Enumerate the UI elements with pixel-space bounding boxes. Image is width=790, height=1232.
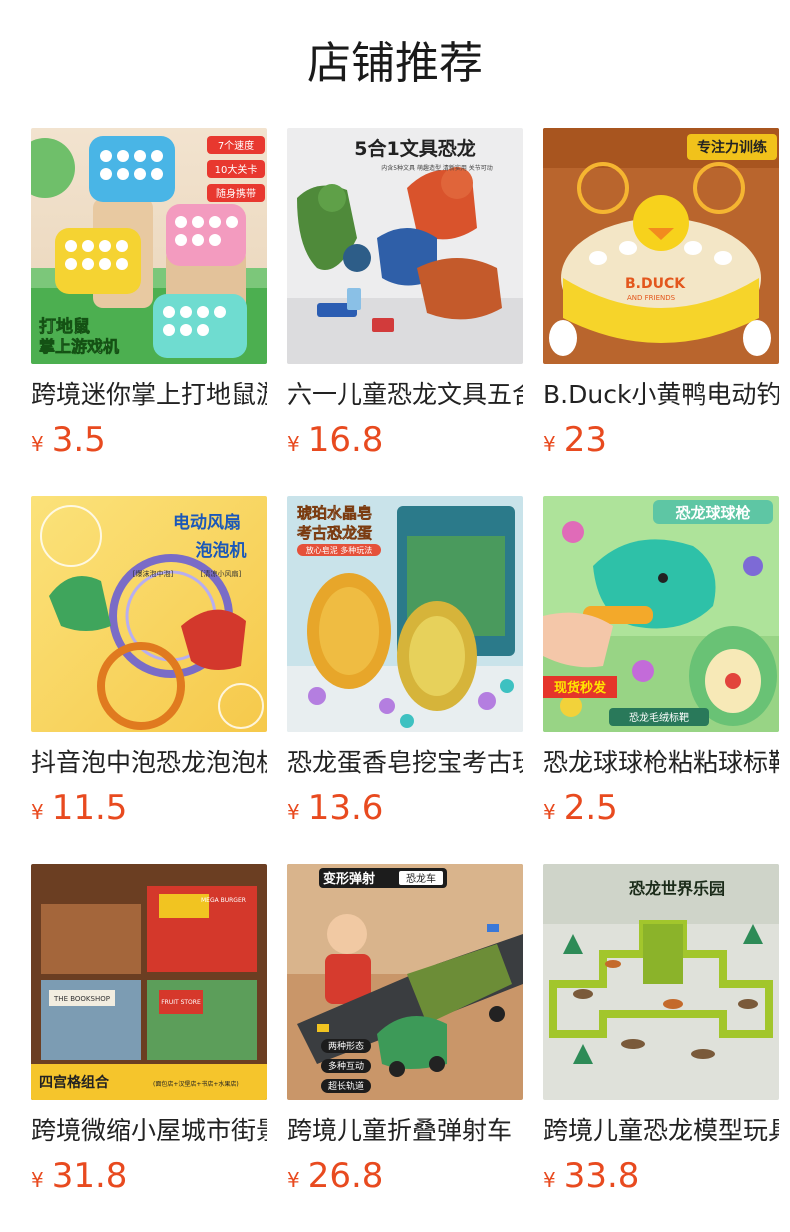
currency-symbol: ¥	[287, 432, 300, 456]
image-caption: [爆沫泡中泡]	[133, 569, 174, 578]
image-caption: 电动风扇	[173, 512, 241, 533]
product-card[interactable]: 恐龙球球枪 现货秒发 恐龙毛绒标靶 恐龙球球枪粘粘球标靶 ¥2.5	[543, 496, 779, 844]
product-price: ¥3.5	[31, 420, 267, 460]
price-value: 16.8	[307, 420, 384, 460]
product-price: ¥2.5	[543, 788, 779, 828]
whack-a-mole-toy-image[interactable]: 7个速度 10大关卡 随身携带 打地鼠 掌上游戏机	[31, 128, 267, 364]
image-caption: 多种互动	[328, 1060, 364, 1072]
image-caption: B.DUCK	[625, 276, 686, 292]
image-caption: 掌上游戏机	[39, 337, 119, 356]
product-name[interactable]: 跨境儿童恐龙模型玩具	[543, 1114, 779, 1148]
price-value: 11.5	[51, 788, 128, 828]
price-value: 33.8	[563, 1156, 640, 1196]
product-name[interactable]: 跨境迷你掌上打地鼠游戏机	[31, 378, 267, 412]
dinosaur-park-image[interactable]: 恐龙世界乐园	[543, 864, 779, 1100]
image-caption: 放心皂泥 多种玩法	[306, 545, 373, 555]
currency-symbol: ¥	[31, 800, 44, 824]
product-name[interactable]: 六一儿童恐龙文具五合一	[287, 378, 523, 412]
image-caption: 恐龙车	[406, 872, 436, 885]
image-caption: 专注力训练	[697, 139, 767, 156]
currency-symbol: ¥	[31, 1168, 44, 1192]
price-value: 26.8	[307, 1156, 384, 1196]
image-caption: 7个速度	[218, 139, 254, 152]
product-card[interactable]: 电动风扇 泡泡机 [爆沫泡中泡] [清凉小风扇] 抖音泡中泡恐龙泡泡机 ¥11.…	[31, 496, 267, 844]
image-caption: FRUIT STORE	[161, 999, 201, 1006]
price-value: 23	[563, 420, 607, 460]
product-price: ¥33.8	[543, 1156, 779, 1196]
product-grid: 7个速度 10大关卡 随身携带 打地鼠 掌上游戏机 跨境迷你掌上打地鼠游戏机 ¥…	[31, 128, 779, 1212]
image-caption: 5合1文具恐龙	[354, 137, 475, 160]
currency-symbol: ¥	[543, 800, 556, 824]
image-caption: 打地鼠	[39, 316, 90, 337]
bduck-toy-image[interactable]: 专注力训练 B.DUCK AND FRIENDS	[543, 128, 779, 364]
product-card[interactable]: MEGA BURGER THE BOOKSHOP FRUIT STORE 四宫格…	[31, 864, 267, 1212]
product-name[interactable]: 恐龙球球枪粘粘球标靶	[543, 746, 779, 780]
image-caption: [清凉小风扇]	[201, 569, 242, 578]
image-caption: 两种形态	[328, 1040, 364, 1052]
image-caption: 内含5种文具 萌趣造型 清新实用 关节可动	[381, 164, 493, 172]
price-value: 13.6	[307, 788, 384, 828]
product-price: ¥16.8	[287, 420, 523, 460]
currency-symbol: ¥	[287, 800, 300, 824]
product-price: ¥31.8	[31, 1156, 267, 1196]
product-name[interactable]: 跨境微缩小屋城市街景	[31, 1114, 267, 1148]
currency-symbol: ¥	[287, 1168, 300, 1192]
product-name[interactable]: 跨境儿童折叠弹射车	[287, 1114, 523, 1148]
product-card[interactable]: 5合1文具恐龙 内含5种文具 萌趣造型 清新实用 关节可动 六一儿童恐龙文具五合…	[287, 128, 523, 476]
image-caption: 泡泡机	[196, 540, 247, 561]
image-caption: 四宫格组合	[39, 1074, 110, 1091]
product-price: ¥11.5	[31, 788, 267, 828]
currency-symbol: ¥	[31, 432, 44, 456]
image-caption: 10大关卡	[215, 163, 258, 176]
dinosaur-ball-gun-image[interactable]: 恐龙球球枪 现货秒发 恐龙毛绒标靶	[543, 496, 779, 732]
product-price: ¥13.6	[287, 788, 523, 828]
product-name[interactable]: 抖音泡中泡恐龙泡泡机	[31, 746, 267, 780]
product-card[interactable]: 7个速度 10大关卡 随身携带 打地鼠 掌上游戏机 跨境迷你掌上打地鼠游戏机 ¥…	[31, 128, 267, 476]
product-card[interactable]: 琥珀水晶皂 考古恐龙蛋 放心皂泥 多种玩法 恐龙蛋香皂挖宝考古玩具 ¥13.6	[287, 496, 523, 844]
miniature-house-image[interactable]: MEGA BURGER THE BOOKSHOP FRUIT STORE 四宫格…	[31, 864, 267, 1100]
price-value: 3.5	[51, 420, 106, 460]
image-caption: 超长轨道	[328, 1080, 364, 1092]
image-caption: 现货秒发	[554, 680, 607, 696]
product-price: ¥23	[543, 420, 779, 460]
image-caption: 考古恐龙蛋	[297, 524, 372, 542]
product-card[interactable]: 专注力训练 B.DUCK AND FRIENDS B.Duck小黄鸭电动钓鱼 ¥…	[543, 128, 779, 476]
price-value: 31.8	[51, 1156, 128, 1196]
image-caption: MEGA BURGER	[201, 897, 246, 904]
product-card[interactable]: 变形弹射 恐龙车 两种形态 多种互动 超长轨道 跨境儿童折叠弹射车 ¥26.8	[287, 864, 523, 1212]
image-caption: THE BOOKSHOP	[53, 995, 110, 1003]
product-price: ¥26.8	[287, 1156, 523, 1196]
dinosaur-stationery-image[interactable]: 5合1文具恐龙 内含5种文具 萌趣造型 清新实用 关节可动	[287, 128, 523, 364]
image-caption: 恐龙毛绒标靶	[629, 711, 689, 724]
currency-symbol: ¥	[543, 432, 556, 456]
image-caption: 恐龙世界乐园	[629, 879, 725, 898]
price-value: 2.5	[563, 788, 618, 828]
image-caption: 琥珀水晶皂	[297, 504, 372, 522]
bubble-machine-image[interactable]: 电动风扇 泡泡机 [爆沫泡中泡] [清凉小风扇]	[31, 496, 267, 732]
product-name[interactable]: 恐龙蛋香皂挖宝考古玩具	[287, 746, 523, 780]
dinosaur-truck-image[interactable]: 变形弹射 恐龙车 两种形态 多种互动 超长轨道	[287, 864, 523, 1100]
currency-symbol: ¥	[543, 1168, 556, 1192]
image-caption: AND FRIENDS	[627, 294, 676, 302]
image-caption: 变形弹射	[323, 871, 375, 887]
page-title: 店铺推荐	[307, 38, 483, 89]
image-caption: 随身携带	[216, 187, 256, 200]
image-caption: (面包店+汉堡店+书店+水果店)	[153, 1080, 239, 1088]
product-card[interactable]: 恐龙世界乐园 跨境儿童恐龙模型玩具 ¥33.8	[543, 864, 779, 1212]
dinosaur-egg-soap-image[interactable]: 琥珀水晶皂 考古恐龙蛋 放心皂泥 多种玩法	[287, 496, 523, 732]
image-caption: 恐龙球球枪	[675, 504, 750, 522]
product-name[interactable]: B.Duck小黄鸭电动钓鱼	[543, 378, 779, 412]
